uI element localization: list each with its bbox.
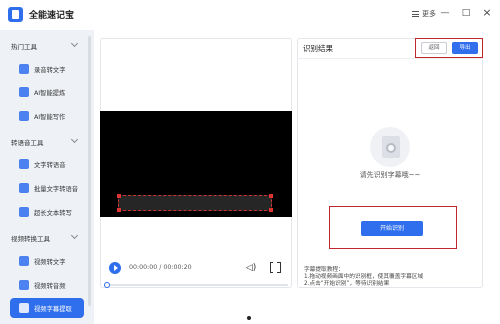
video-icon bbox=[19, 256, 29, 266]
mic-icon bbox=[19, 64, 29, 74]
batch-icon bbox=[19, 183, 29, 193]
maximize-button[interactable]: □ bbox=[461, 8, 471, 18]
title-bar: 全能速记宝 更多 — □ × bbox=[0, 0, 500, 30]
resize-handle[interactable] bbox=[269, 194, 273, 198]
tip-line: 2.点击“开始识别”，等待识别结果 bbox=[304, 281, 390, 287]
app-logo-icon bbox=[8, 7, 23, 22]
progress-handle[interactable] bbox=[104, 282, 110, 288]
return-button[interactable]: 返回 bbox=[421, 42, 447, 54]
document-icon bbox=[19, 207, 29, 217]
sidebar-item-label: 批量文字转语音 bbox=[34, 185, 79, 193]
sidebar-item-label: 视频字幕提取 bbox=[34, 305, 72, 313]
pen-icon bbox=[19, 111, 29, 121]
empty-state-text: 请先识别字幕哦~~ bbox=[359, 171, 421, 179]
page-indicator bbox=[247, 316, 251, 320]
divider bbox=[297, 58, 483, 59]
sidebar-item-long-text[interactable]: 超长文本转写 bbox=[10, 202, 84, 222]
chevron-down-icon[interactable] bbox=[70, 135, 79, 144]
sidebar-item-label: 文字转语音 bbox=[34, 161, 66, 169]
sidebar-item-batch-tts[interactable]: 批量文字转语音 bbox=[10, 178, 84, 198]
audio-icon bbox=[19, 280, 29, 290]
sidebar-item-video-to-text[interactable]: 视频转文字 bbox=[10, 251, 84, 271]
sidebar-item-label: 超长文本转写 bbox=[34, 209, 72, 217]
sidebar-item-text-to-speech[interactable]: 文字转语音 bbox=[10, 154, 84, 174]
sidebar-item-label: 视频转文字 bbox=[34, 258, 66, 266]
sidebar-scrollbar[interactable] bbox=[88, 36, 91, 306]
minimize-button[interactable]: — bbox=[440, 8, 450, 18]
sidebar-item-subtitle-extract[interactable]: 视频字幕提取 bbox=[10, 298, 84, 318]
section-tts-tools[interactable]: 转语音工具 bbox=[11, 137, 44, 147]
subtitle-icon bbox=[19, 303, 29, 313]
close-button[interactable]: × bbox=[482, 7, 492, 18]
time-display: 00:00:00 / 00:00:20 bbox=[129, 264, 192, 271]
progress-bar[interactable] bbox=[104, 284, 288, 286]
export-button[interactable]: 导出 bbox=[452, 42, 478, 54]
more-menu-label: 更多 bbox=[422, 10, 436, 18]
sidebar-item-video-to-audio[interactable]: 视频转音频 bbox=[10, 275, 84, 295]
sidebar-item-audio-to-text[interactable]: 录音转文字 bbox=[10, 59, 84, 79]
fullscreen-icon[interactable] bbox=[270, 261, 281, 273]
start-recognition-button[interactable]: 开始识别 bbox=[361, 221, 423, 236]
resize-handle[interactable] bbox=[117, 194, 121, 198]
result-title: 识别结果 bbox=[303, 44, 333, 53]
sidebar: 热门工具 录音转文字 AI智能提炼 AI智能写作 转语音工具 文字转语音 批量文… bbox=[0, 30, 94, 324]
sidebar-item-label: 视频转音频 bbox=[34, 282, 66, 290]
volume-icon[interactable]: ◁) bbox=[245, 263, 257, 273]
app-title: 全能速记宝 bbox=[29, 11, 75, 21]
sidebar-item-label: AI智能写作 bbox=[34, 113, 66, 121]
play-button[interactable] bbox=[109, 262, 121, 274]
ai-icon bbox=[19, 87, 29, 97]
chevron-down-icon[interactable] bbox=[70, 231, 79, 240]
sidebar-item-ai-extract[interactable]: AI智能提炼 bbox=[10, 82, 84, 102]
subtitle-selection-box[interactable] bbox=[117, 194, 273, 212]
speech-icon bbox=[19, 159, 29, 169]
sidebar-item-ai-write[interactable]: AI智能写作 bbox=[10, 106, 84, 126]
chevron-down-icon[interactable] bbox=[70, 39, 79, 48]
resize-handle[interactable] bbox=[269, 208, 273, 212]
section-hot-tools[interactable]: 热门工具 bbox=[11, 41, 37, 51]
search-icon bbox=[386, 143, 396, 153]
player-controls: 00:00:00 / 00:00:20 ◁) bbox=[100, 258, 292, 278]
sidebar-item-label: 录音转文字 bbox=[34, 66, 66, 74]
section-video-tools[interactable]: 视频转换工具 bbox=[11, 233, 50, 243]
more-menu-button[interactable]: 更多 bbox=[412, 9, 436, 19]
sidebar-item-label: AI智能提炼 bbox=[34, 89, 66, 97]
menu-icon bbox=[412, 11, 419, 17]
resize-handle[interactable] bbox=[117, 208, 121, 212]
